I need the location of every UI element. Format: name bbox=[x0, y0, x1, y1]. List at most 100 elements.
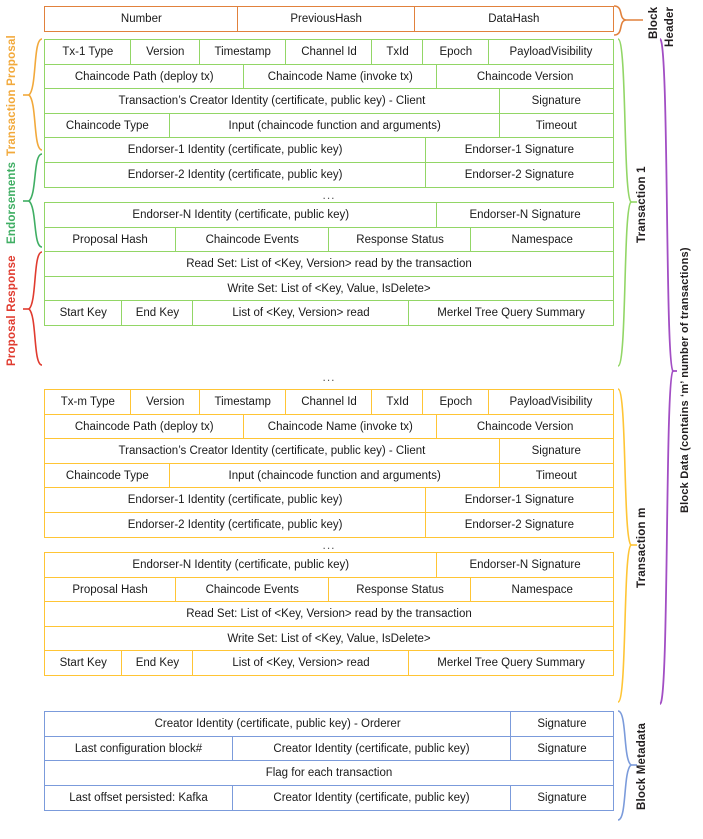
txm-header-cell-1: Version bbox=[130, 389, 201, 415]
metadata-row-1-cell-2: Signature bbox=[509, 735, 614, 762]
proposal-response-brace bbox=[23, 251, 43, 366]
label-transaction-m: Transaction m bbox=[634, 492, 650, 604]
tx1-endorser2-cell-0: Endorser-2 Identity (certificate, public… bbox=[44, 162, 427, 189]
block-header-row: Number PreviousHash DataHash bbox=[44, 6, 614, 32]
tx1-endorser-2-row: Endorser-2 Identity (certificate, public… bbox=[44, 162, 614, 189]
block-header-cell-0: Number bbox=[44, 6, 239, 32]
tx1-proposalhash-cell-1: Chaincode Events bbox=[174, 226, 330, 253]
tx1-writeset-cell-0: Write Set: List of <Key, Value, IsDelete… bbox=[44, 275, 614, 302]
tx1-endorser1-cell-0: Endorser-1 Identity (certificate, public… bbox=[44, 137, 427, 164]
block-data-brace bbox=[659, 38, 677, 705]
txm-writeset-cell-0: Write Set: List of <Key, Value, IsDelete… bbox=[44, 625, 614, 652]
txm-chaincode-cell-1: Chaincode Name (invoke tx) bbox=[242, 413, 438, 440]
label-endorsements: Endorsements bbox=[6, 161, 18, 244]
txm-header-row: Tx-m Type Version Timestamp Channel Id TxId E… bbox=[44, 389, 614, 415]
txm-header-cell-4: TxId bbox=[371, 389, 424, 415]
block-header-cell-1: PreviousHash bbox=[237, 6, 416, 32]
txm-proposalhash-cell-3: Namespace bbox=[470, 576, 614, 603]
label-block-metadata: Block Metadata bbox=[636, 722, 648, 811]
txm-endorserN-cell-0: Endorser-N Identity (certificate, public… bbox=[44, 552, 438, 579]
txm-proposalhash-cell-0: Proposal Hash bbox=[44, 576, 177, 603]
tx1-endorserN-cell-1: Endorser-N Signature bbox=[436, 202, 614, 229]
txm-input-cell-0: Chaincode Type bbox=[44, 462, 171, 489]
txm-endorser-n-row: Endorser-N Identity (certificate, public… bbox=[44, 552, 614, 579]
tx1-creator-cell-1: Signature bbox=[498, 88, 614, 115]
txm-creator-row: Transaction’s Creator Identity (certific… bbox=[44, 438, 614, 465]
txm-chaincode-cell-2: Chaincode Version bbox=[436, 413, 614, 440]
metadata-row-0-cell-1: Signature bbox=[509, 711, 614, 737]
tx1-readset-cell-0: Read Set: List of <Key, Version> read by… bbox=[44, 251, 614, 278]
tx1-chaincode-cell-1: Chaincode Name (invoke tx) bbox=[242, 63, 438, 90]
metadata-row-0-cell-0: Creator Identity (certificate, public ke… bbox=[44, 711, 512, 737]
tx1-endorser-ellipsis: ... bbox=[322, 188, 336, 203]
tx1-endorser-1-row: Endorser-1 Identity (certificate, public… bbox=[44, 137, 614, 164]
tx1-header-cell-6: PayloadVisibility bbox=[487, 39, 614, 65]
block-header-label-line1: Block bbox=[648, 6, 660, 40]
tx1-header-row: Tx-1 Type Version Timestamp Channel Id TxId E… bbox=[44, 39, 614, 65]
txm-endorser-ellipsis: ... bbox=[322, 538, 336, 553]
label-transaction-proposal: Transaction Proposal bbox=[6, 35, 18, 157]
txm-readset-cell-0: Read Set: List of <Key, Version> read by… bbox=[44, 601, 614, 628]
metadata-row-1-cell-0: Last configuration block# bbox=[44, 735, 234, 762]
txm-chaincode-cell-0: Chaincode Path (deploy tx) bbox=[44, 413, 245, 440]
txm-endorser-2-row: Endorser-2 Identity (certificate, public… bbox=[44, 512, 614, 539]
txm-header-cell-6: PayloadVisibility bbox=[487, 389, 614, 415]
txm-input-cell-1: Input (chaincode function and arguments) bbox=[169, 462, 501, 489]
tx1-proposal-hash-row: Proposal Hash Chaincode Events Response St… bbox=[44, 226, 614, 253]
tx1-read-set-row: Read Set: List of <Key, Version> read by… bbox=[44, 251, 614, 278]
tx1-header-cell-2: Timestamp bbox=[198, 39, 287, 65]
tx1-header-cell-1: Version bbox=[130, 39, 201, 65]
txm-endorserN-cell-1: Endorser-N Signature bbox=[436, 552, 614, 579]
txm-chaincode-row: Chaincode Path (deploy tx) Chaincode Name… bbox=[44, 413, 614, 440]
tx1-write-set-row: Write Set: List of <Key, Value, IsDelete… bbox=[44, 275, 614, 302]
tx1-endorser1-cell-1: Endorser-1 Signature bbox=[424, 137, 614, 164]
txm-header-cell-2: Timestamp bbox=[198, 389, 287, 415]
metadata-row-3-cell-2: Signature bbox=[509, 784, 614, 811]
txm-proposalhash-cell-2: Response Status bbox=[328, 576, 472, 603]
tx1-creator-row: Transaction’s Creator Identity (certific… bbox=[44, 88, 614, 115]
txm-keys-cell-2: List of <Key, Version> read bbox=[192, 650, 410, 677]
tx1-chaincode-row: Chaincode Path (deploy tx) Chaincode Name… bbox=[44, 63, 614, 90]
tx1-keys-cell-2: List of <Key, Version> read bbox=[192, 300, 410, 327]
block-header-label-line2: Header bbox=[664, 6, 676, 48]
tx1-proposalhash-cell-0: Proposal Hash bbox=[44, 226, 177, 253]
tx1-input-cell-1: Input (chaincode function and arguments) bbox=[169, 112, 501, 139]
transaction-1-group: Tx-1 Type Version Timestamp Channel Id TxId E… bbox=[44, 39, 614, 327]
txm-keys-row: Start Key End Key List of <Key, Version> r… bbox=[44, 650, 614, 677]
block-metadata-group: Creator Identity (certificate, public ke… bbox=[44, 711, 614, 811]
tx1-endorser2-cell-1: Endorser-2 Signature bbox=[424, 162, 614, 189]
tx1-endorser-n-row: Endorser-N Identity (certificate, public… bbox=[44, 202, 614, 229]
block-header-cell-2: DataHash bbox=[413, 6, 614, 32]
tx1-input-cell-2: Timeout bbox=[498, 112, 614, 139]
tx1-input-row: Chaincode Type Input (chaincode function … bbox=[44, 112, 614, 139]
transaction-m-group: Tx-m Type Version Timestamp Channel Id TxId E… bbox=[44, 389, 614, 677]
metadata-row-flag: Flag for each transaction bbox=[44, 760, 614, 787]
tx1-proposalhash-cell-3: Namespace bbox=[470, 226, 614, 253]
tx1-keys-cell-1: End Key bbox=[121, 300, 194, 327]
txm-creator-cell-0: Transaction’s Creator Identity (certific… bbox=[44, 438, 500, 465]
tx1-header-cell-4: TxId bbox=[371, 39, 424, 65]
tx1-endorserN-cell-0: Endorser-N Identity (certificate, public… bbox=[44, 202, 438, 229]
txm-creator-cell-1: Signature bbox=[498, 438, 614, 465]
txm-endorser2-cell-0: Endorser-2 Identity (certificate, public… bbox=[44, 512, 427, 539]
txm-keys-cell-3: Merkel Tree Query Summary bbox=[408, 650, 614, 677]
block-header-label: Block bbox=[648, 2, 661, 44]
txm-endorser2-cell-1: Endorser-2 Signature bbox=[424, 512, 614, 539]
block-header-brace bbox=[613, 5, 643, 36]
txm-endorser1-cell-1: Endorser-1 Signature bbox=[424, 487, 614, 514]
txm-header-cell-5: Epoch bbox=[422, 389, 490, 415]
tx1-chaincode-cell-2: Chaincode Version bbox=[436, 63, 614, 90]
txm-input-cell-2: Timeout bbox=[498, 462, 614, 489]
txm-keys-cell-1: End Key bbox=[121, 650, 194, 677]
txm-keys-cell-0: Start Key bbox=[44, 650, 123, 677]
label-transaction-m-text: Transaction m bbox=[636, 507, 648, 589]
txm-write-set-row: Write Set: List of <Key, Value, IsDelete… bbox=[44, 625, 614, 652]
txm-read-set-row: Read Set: List of <Key, Version> read by… bbox=[44, 601, 614, 628]
label-proposal-response: Proposal Response bbox=[6, 255, 18, 366]
metadata-row-orderer: Creator Identity (certificate, public ke… bbox=[44, 711, 614, 737]
metadata-row-3-cell-1: Creator Identity (certificate, public ke… bbox=[231, 784, 512, 811]
txm-input-row: Chaincode Type Input (chaincode function … bbox=[44, 462, 614, 489]
txm-proposalhash-cell-1: Chaincode Events bbox=[174, 576, 330, 603]
label-transaction-1: Transaction 1 bbox=[636, 166, 648, 244]
tx1-header-cell-3: Channel Id bbox=[285, 39, 373, 65]
